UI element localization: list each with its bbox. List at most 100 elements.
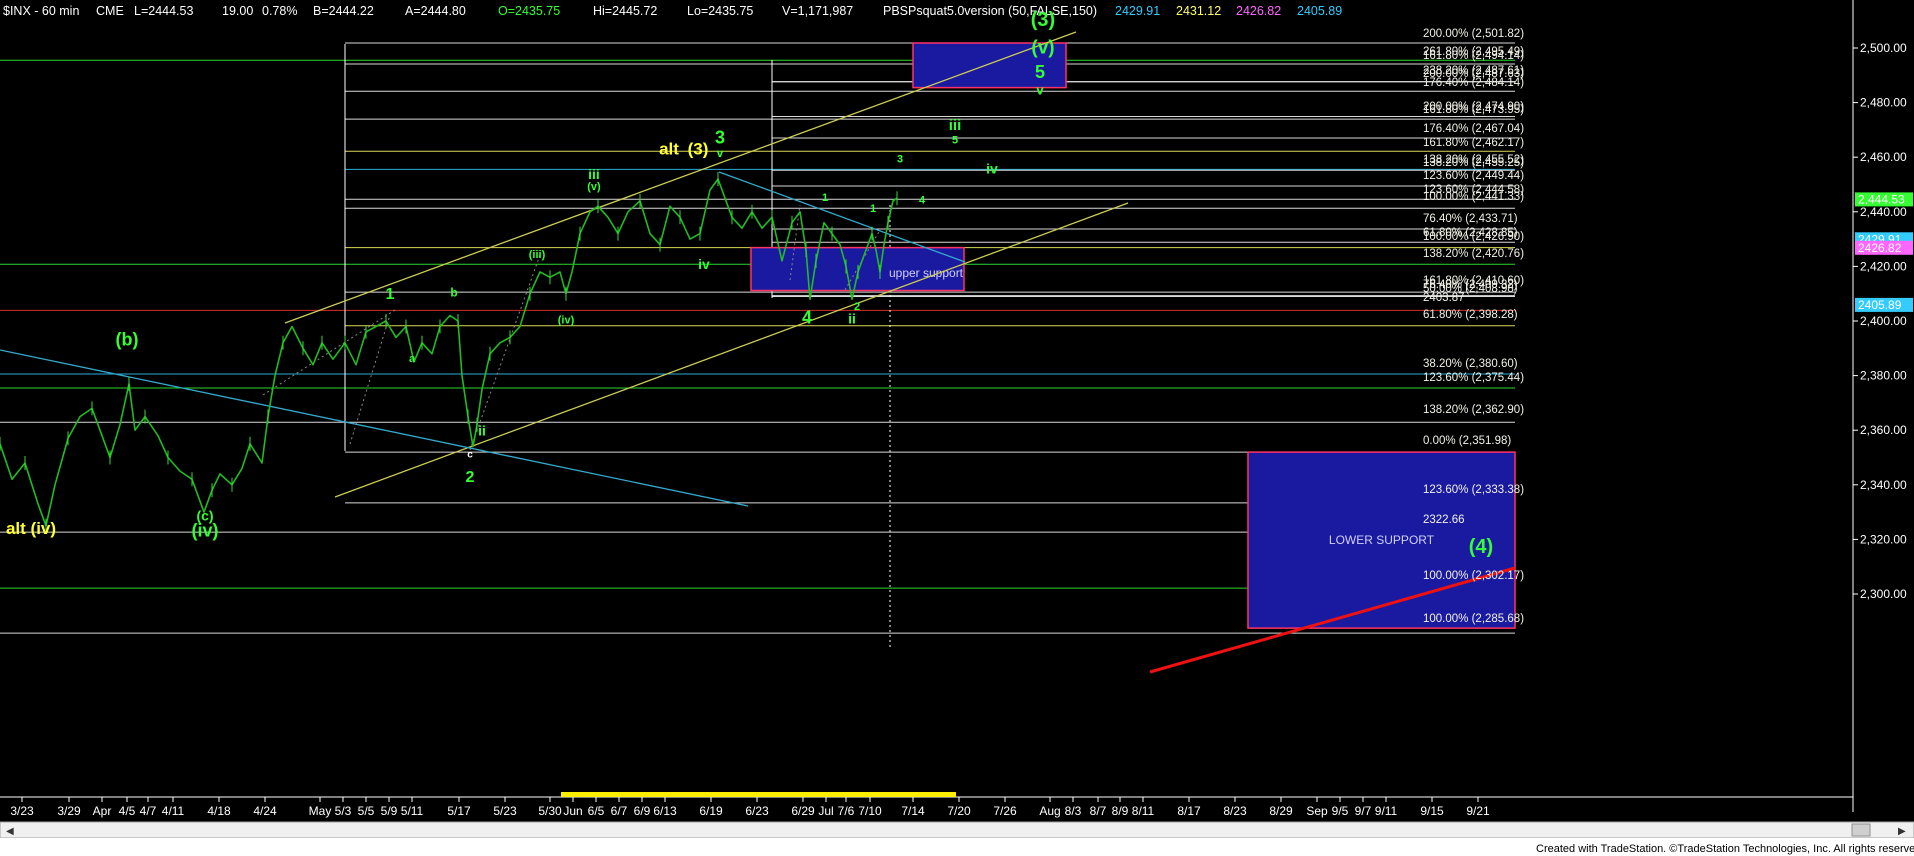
wave-label: (iv) xyxy=(192,521,219,541)
date-axis-label: Jun xyxy=(563,804,582,818)
date-axis-label: Jul xyxy=(818,804,833,818)
fib-level-label: 161.80% (2,462.17) xyxy=(1423,137,1524,149)
header-indicator-v3: 2426.82 xyxy=(1236,4,1281,18)
date-axis-label: 6/29 xyxy=(791,804,815,818)
wave-label: (3) xyxy=(688,140,709,159)
scrollbar-thumb[interactable] xyxy=(1851,823,1871,837)
fib-level-label: 176.40% (2,484.14) xyxy=(1423,77,1524,89)
wave-label: (4) xyxy=(1469,536,1493,558)
price-axis-label: 2,500.00 xyxy=(1860,41,1907,55)
date-axis-label: 7/20 xyxy=(947,804,971,818)
wave-label: 4 xyxy=(919,195,926,207)
wave-label: ii xyxy=(848,311,856,327)
date-axis-label: 8/23 xyxy=(1223,804,1247,818)
date-axis-label: 4/24 xyxy=(253,804,277,818)
header-change: 19.00 xyxy=(222,4,253,18)
header-bid: B=2444.22 xyxy=(313,4,374,18)
fib-level-label: 0.00% (2,351.98) xyxy=(1423,435,1511,447)
fib-level-label: 2322.66 xyxy=(1423,514,1465,526)
date-axis-label: 5/17 xyxy=(447,804,471,818)
date-axis-label: May xyxy=(309,804,332,818)
session-highlight-bar xyxy=(561,792,956,797)
wave-label: 5 xyxy=(1035,62,1045,82)
scroll-right-arrow-icon[interactable]: ▶ xyxy=(1898,826,1906,837)
wave-label: v xyxy=(717,146,724,160)
date-axis-label: 3/23 xyxy=(10,804,34,818)
header-indicator-v1: 2429.91 xyxy=(1115,4,1160,18)
wave-label: 1 xyxy=(386,286,395,303)
wave-label: ii xyxy=(478,423,486,439)
date-axis-label: 9/15 xyxy=(1420,804,1444,818)
wave-label: c xyxy=(467,450,473,461)
price-badge-label: 2405.89 xyxy=(1858,298,1902,312)
date-axis-label: 6/5 xyxy=(588,804,605,818)
date-axis-label: Apr xyxy=(93,804,112,818)
price-axis-label: 2,320.00 xyxy=(1860,532,1907,546)
header-volume: V=1,171,987 xyxy=(782,4,853,18)
wave-label: iv xyxy=(986,161,998,177)
wave-label: iii xyxy=(949,117,962,134)
fib-level-label: 200.00% (2,501.82) xyxy=(1423,28,1524,40)
price-axis-label: 2,360.00 xyxy=(1860,423,1907,437)
date-axis-label: 7/10 xyxy=(858,804,882,818)
date-axis-label: 4/5 xyxy=(119,804,136,818)
price-chart: $INX - 60 min CME L=2444.53 19.00 0.78% … xyxy=(0,0,1914,856)
price-axis-label: 2,480.00 xyxy=(1860,96,1907,110)
date-axis-label: Aug xyxy=(1039,804,1060,818)
wave-label: 3 xyxy=(715,128,725,148)
fib-level-label: 61.80% (2,398.28) xyxy=(1423,309,1518,321)
date-axis-label: 8/29 xyxy=(1269,804,1293,818)
fib-level-label: 123.60% (2,449.44) xyxy=(1423,170,1524,182)
date-axis-label: 7/14 xyxy=(901,804,925,818)
fib-level-label: 100.00% (2,426.90) xyxy=(1423,231,1524,243)
date-axis-label: 6/7 xyxy=(611,804,628,818)
date-axis-label: 5/11 xyxy=(401,804,424,818)
date-axis-label: 6/13 xyxy=(653,804,677,818)
fib-level-label: 161.80% (2,473.95) xyxy=(1423,104,1524,116)
fib-level-label: 138.20% (2,420.76) xyxy=(1423,248,1524,260)
wave-label: (iii) xyxy=(529,249,546,261)
scroll-left-arrow-icon[interactable]: ◀ xyxy=(6,826,14,837)
date-axis-label: 6/19 xyxy=(699,804,723,818)
header-exchange: CME xyxy=(96,4,124,18)
date-axis-label: 5/30 xyxy=(538,804,562,818)
header-ask: A=2444.80 xyxy=(405,4,466,18)
header-symbol: $INX - 60 min xyxy=(3,4,79,18)
fib-level-label: 123.60% (2,333.38) xyxy=(1423,484,1524,496)
horizontal-scrollbar[interactable] xyxy=(0,821,1914,839)
fib-level-label: 123.60% (2,375.44) xyxy=(1423,372,1524,384)
wave-label: a xyxy=(409,353,416,365)
date-axis-label: 9/7 xyxy=(1355,804,1372,818)
header-high: Hi=2445.72 xyxy=(593,4,657,18)
date-axis-label: 8/7 xyxy=(1090,804,1107,818)
price-badge-label: 2,444.53 xyxy=(1858,192,1905,206)
wave-label: v xyxy=(1036,82,1044,97)
wave-label: 1 xyxy=(822,192,828,204)
date-axis-label: 9/21 xyxy=(1466,804,1490,818)
date-axis-label: 6/9 xyxy=(634,804,651,818)
price-axis-label: 2,420.00 xyxy=(1860,259,1907,273)
header-change-pct: 0.78% xyxy=(262,4,297,18)
price-axis-label: 2,440.00 xyxy=(1860,205,1907,219)
date-axis-label: 4/11 xyxy=(162,804,185,818)
date-axis-label: 8/3 xyxy=(1065,804,1082,818)
fib-level-label: 138.20% (2,455.25) xyxy=(1423,157,1524,169)
price-axis-label: 2,380.00 xyxy=(1860,369,1907,383)
date-axis-label: 5/3 xyxy=(335,804,352,818)
footer-credit: Created with TradeStation. ©TradeStation… xyxy=(1536,843,1914,855)
wave-label: alt xyxy=(659,140,679,159)
wave-label: (3) xyxy=(1031,9,1055,31)
date-axis-label: 8/9 xyxy=(1112,804,1129,818)
wave-label: alt (iv) xyxy=(6,519,56,538)
wave-label: (v) xyxy=(1031,38,1054,59)
date-axis-label: 5/5 xyxy=(358,804,375,818)
wave-label: (v) xyxy=(587,181,601,193)
wave-label: iii xyxy=(588,166,600,182)
wave-label: 5 xyxy=(952,135,958,147)
date-axis-label: 4/7 xyxy=(140,804,157,818)
price-axis-label: 2,340.00 xyxy=(1860,478,1907,492)
fib-level-label: 100.00% (2,285.68) xyxy=(1423,613,1524,625)
date-axis-label: 7/6 xyxy=(838,804,855,818)
date-axis-label: 3/29 xyxy=(57,804,81,818)
fib-level-label: 161.80% (2,494.14) xyxy=(1423,50,1524,62)
